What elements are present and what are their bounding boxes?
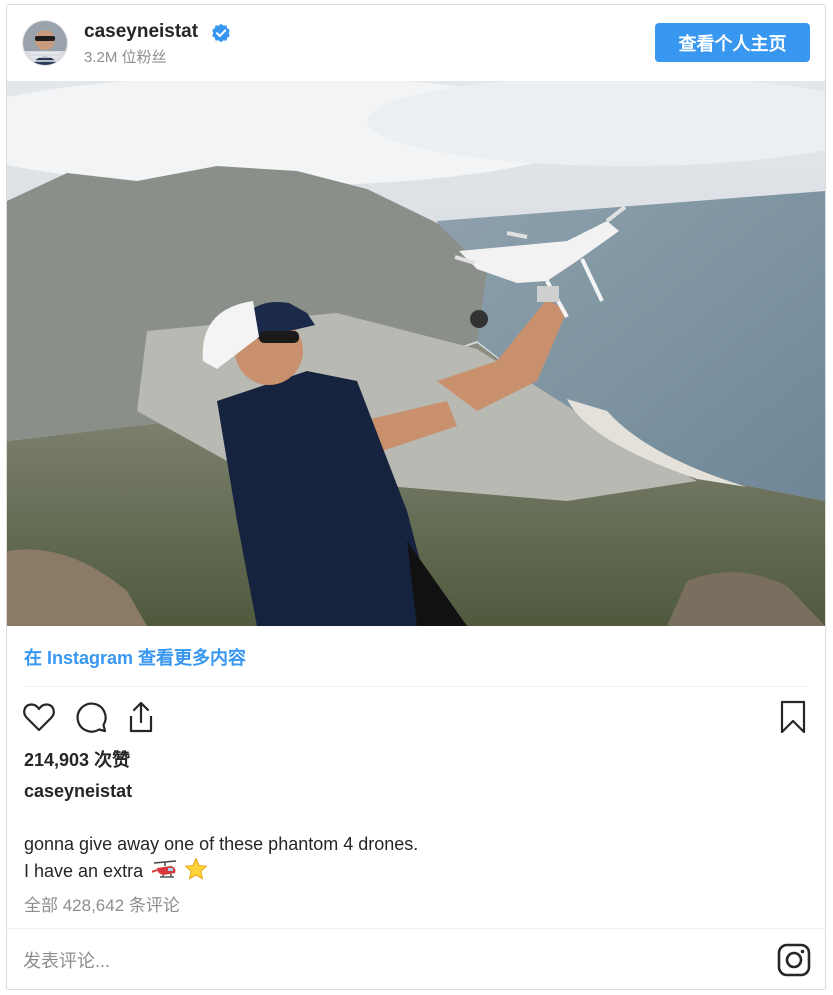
post-image[interactable] [7, 81, 825, 626]
instagram-logo-icon[interactable] [777, 943, 811, 977]
share-icon[interactable] [123, 699, 159, 735]
view-profile-button[interactable]: 查看个人主页 [655, 23, 810, 62]
instagram-embed-card: caseyneistat 3.2M 位粉丝 查看个人主页 在 Instagram… [6, 4, 826, 990]
caption-line: gonna give away one of these phantom 4 d… [24, 834, 419, 854]
helicopter-icon [151, 860, 177, 878]
caption-text: I have an extra [24, 861, 144, 881]
star-icon [185, 858, 208, 880]
heart-icon[interactable] [21, 699, 57, 735]
view-more-on-instagram-link[interactable]: 在 Instagram 查看更多内容 [24, 644, 246, 670]
like-count[interactable]: 214,903 次赞 [24, 746, 130, 772]
divider [7, 928, 825, 929]
comment-input[interactable] [21, 938, 745, 984]
view-all-comments-link[interactable]: 全部 428,642 条评论 [24, 891, 180, 916]
divider [24, 686, 808, 687]
caption-line: I have an extra [24, 857, 418, 884]
comment-icon[interactable] [73, 699, 109, 735]
bookmark-icon[interactable] [775, 699, 811, 735]
account-username[interactable]: caseyneistat [84, 21, 198, 43]
post-header: caseyneistat 3.2M 位粉丝 查看个人主页 [7, 5, 825, 81]
caption-username[interactable]: caseyneistat [24, 781, 132, 802]
follower-count: 3.2M 位粉丝 [84, 49, 167, 66]
post-caption: gonna give away one of these phantom 4 d… [24, 831, 418, 884]
avatar[interactable] [22, 20, 68, 66]
action-bar [7, 695, 825, 743]
verified-badge-icon [212, 23, 230, 43]
